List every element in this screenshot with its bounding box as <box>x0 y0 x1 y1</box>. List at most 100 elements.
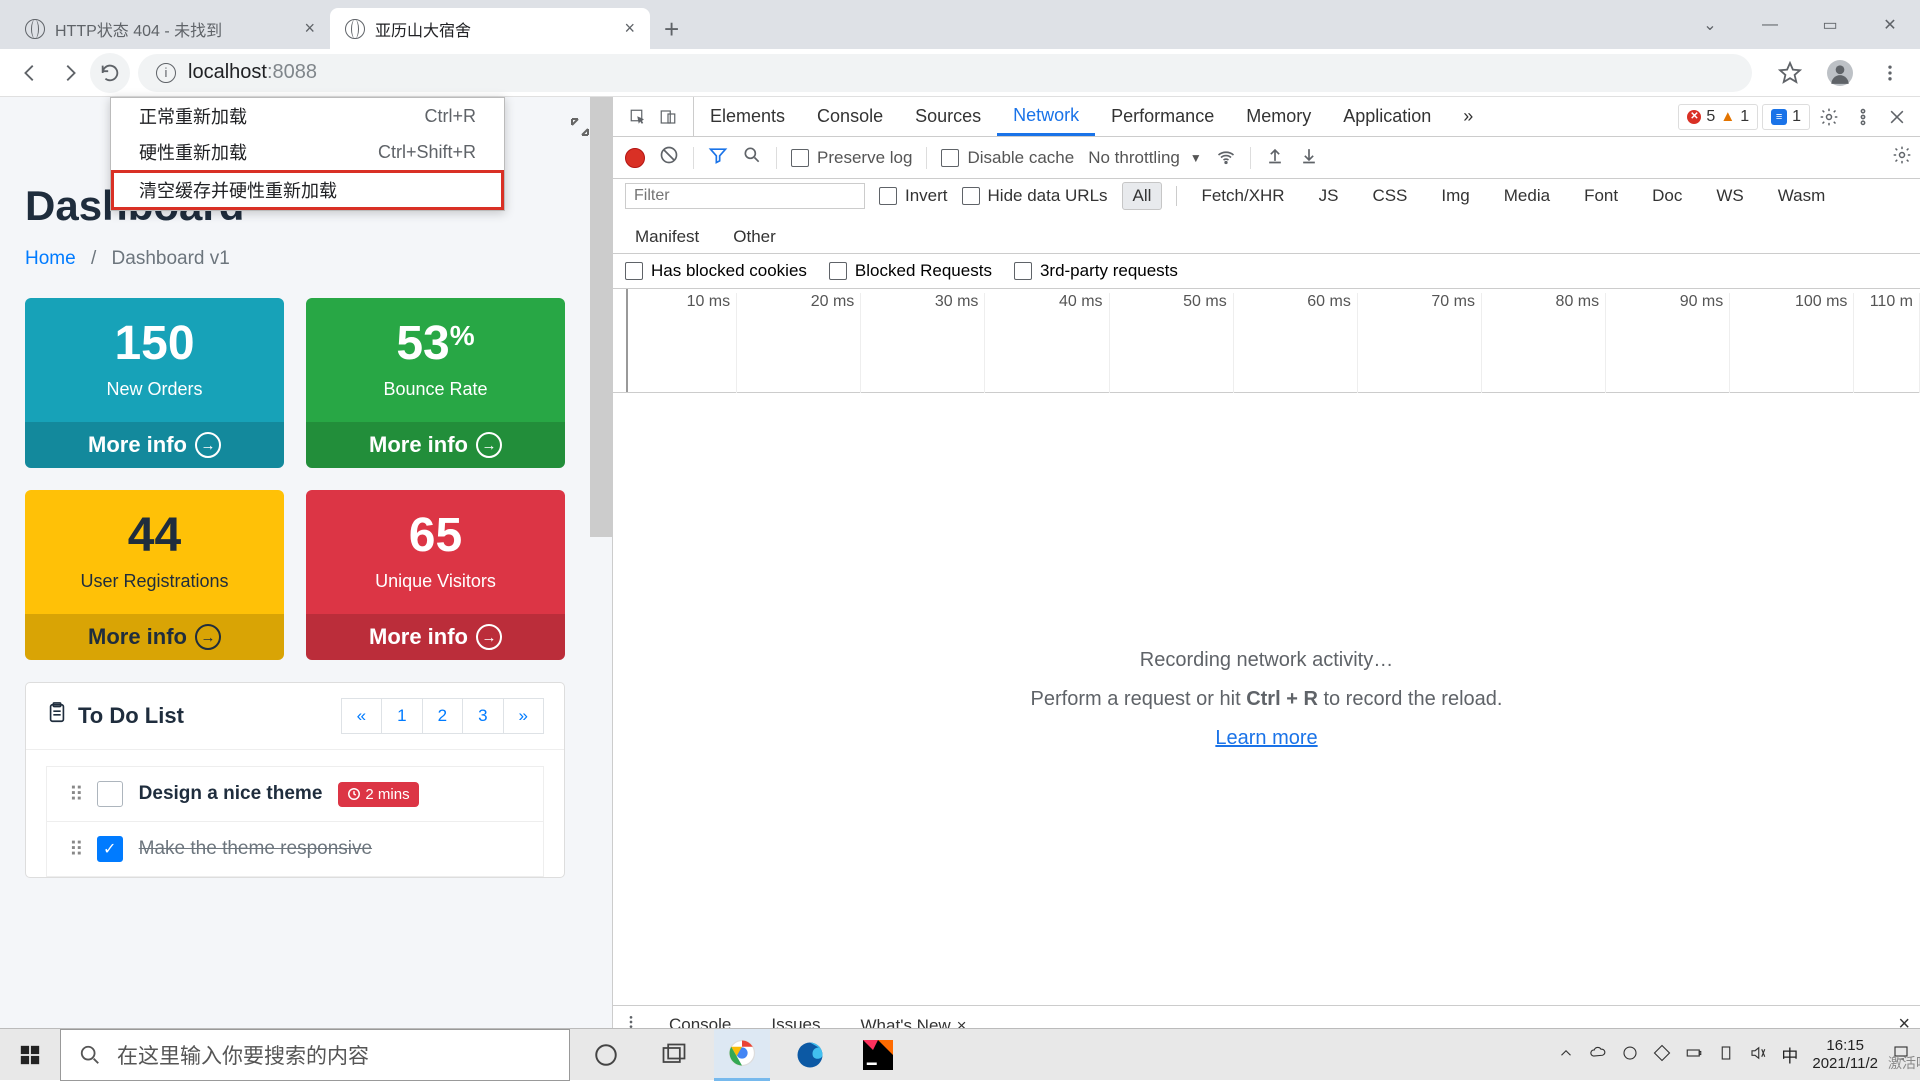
import-har-icon[interactable] <box>1265 145 1285 170</box>
disable-cache-checkbox[interactable]: Disable cache <box>941 148 1074 168</box>
grip-icon[interactable]: ⠿ <box>69 837 81 862</box>
filter-chip-other[interactable]: Other <box>723 224 786 250</box>
filter-chip-css[interactable]: CSS <box>1362 183 1417 209</box>
profile-avatar-icon[interactable] <box>1820 53 1860 93</box>
tray-app-icon[interactable] <box>1621 1044 1639 1066</box>
minimize-button[interactable]: — <box>1740 0 1800 49</box>
more-info-link[interactable]: More info→ <box>25 422 284 468</box>
learn-more-link[interactable]: Learn more <box>1215 727 1317 750</box>
close-icon[interactable]: × <box>304 18 315 39</box>
task-view-icon[interactable] <box>646 1029 702 1081</box>
menu-item-hard-reload[interactable]: 硬性重新加载 Ctrl+Shift+R <box>111 134 504 170</box>
reload-button[interactable] <box>90 53 130 93</box>
taskbar-app-chrome[interactable] <box>714 1029 770 1081</box>
tab-network[interactable]: Network <box>997 97 1095 136</box>
record-button[interactable] <box>625 148 645 168</box>
device-toggle-icon[interactable] <box>653 102 683 132</box>
bookmark-star-icon[interactable] <box>1770 53 1810 93</box>
tray-battery-icon[interactable] <box>1685 1044 1703 1066</box>
export-har-icon[interactable] <box>1299 145 1319 170</box>
search-icon[interactable] <box>742 145 762 170</box>
filter-chip-js[interactable]: JS <box>1309 183 1349 209</box>
browser-tab-0[interactable]: HTTP状态 404 - 未找到 × <box>10 8 330 49</box>
menu-item-normal-reload[interactable]: 正常重新加载 Ctrl+R <box>111 98 504 134</box>
close-window-button[interactable]: ✕ <box>1860 0 1920 49</box>
close-icon[interactable] <box>1882 102 1912 132</box>
maximize-button[interactable]: ▭ <box>1800 0 1860 49</box>
back-button[interactable] <box>10 53 50 93</box>
tray-onedrive-icon[interactable] <box>1589 1044 1607 1066</box>
menu-item-clear-cache-hard-reload[interactable]: 清空缓存并硬性重新加载 <box>111 170 504 210</box>
tab-elements[interactable]: Elements <box>694 97 801 136</box>
forward-button[interactable] <box>50 53 90 93</box>
tray-ime-indicator[interactable]: 中 <box>1781 1042 1798 1067</box>
filter-chip-font[interactable]: Font <box>1574 183 1628 209</box>
invert-checkbox[interactable]: Invert <box>879 186 948 206</box>
filter-input[interactable] <box>625 183 865 209</box>
issues-badge[interactable]: ≡1 <box>1762 104 1810 130</box>
preserve-log-checkbox[interactable]: Preserve log <box>791 148 912 168</box>
grip-icon[interactable]: ⠿ <box>69 782 81 807</box>
breadcrumb-home[interactable]: Home <box>25 248 76 269</box>
filter-chip-all[interactable]: All <box>1122 182 1163 210</box>
cortana-icon[interactable] <box>578 1029 634 1081</box>
page-prev[interactable]: « <box>341 698 382 734</box>
filter-chip-doc[interactable]: Doc <box>1642 183 1692 209</box>
scrollbar[interactable] <box>590 97 612 537</box>
checkbox[interactable]: ✓ <box>97 836 123 862</box>
more-info-link[interactable]: More info→ <box>25 614 284 660</box>
page-next[interactable]: » <box>503 698 544 734</box>
page-2[interactable]: 2 <box>422 698 463 734</box>
inspect-element-icon[interactable] <box>623 102 653 132</box>
browser-tab-1[interactable]: 亚历山大宿舍 × <box>330 8 650 49</box>
filter-chip-ws[interactable]: WS <box>1706 183 1753 209</box>
tray-volume-icon[interactable] <box>1749 1044 1767 1066</box>
hide-data-urls-checkbox[interactable]: Hide data URLs <box>962 186 1108 206</box>
filter-chip-manifest[interactable]: Manifest <box>625 224 709 250</box>
close-icon[interactable]: × <box>624 18 635 39</box>
blocked-cookies-checkbox[interactable]: Has blocked cookies <box>625 261 807 281</box>
error-warning-badge[interactable]: ✕5▲1 <box>1678 104 1758 130</box>
third-party-checkbox[interactable]: 3rd-party requests <box>1014 261 1178 281</box>
tab-sources[interactable]: Sources <box>899 97 997 136</box>
kebab-menu-icon[interactable] <box>1848 102 1878 132</box>
throttling-select[interactable]: No throttling▼ <box>1088 148 1202 168</box>
network-conditions-icon[interactable] <box>1216 145 1236 170</box>
filter-icon[interactable] <box>708 145 728 170</box>
tab-dropdown-icon[interactable]: ⌄ <box>1680 0 1740 49</box>
tabs-more-icon[interactable]: » <box>1447 97 1489 136</box>
taskbar-search[interactable]: 在这里输入你要搜索的内容 <box>60 1029 570 1081</box>
kebab-menu-icon[interactable] <box>1870 53 1910 93</box>
tab-console[interactable]: Console <box>801 97 899 136</box>
new-tab-button[interactable]: + <box>650 9 693 49</box>
more-info-link[interactable]: More info→ <box>306 614 565 660</box>
fullscreen-icon[interactable] <box>568 115 592 145</box>
page-1[interactable]: 1 <box>381 698 422 734</box>
taskbar-app-edge[interactable] <box>782 1029 838 1081</box>
gear-icon[interactable] <box>1814 102 1844 132</box>
filter-chip-media[interactable]: Media <box>1494 183 1560 209</box>
url-input[interactable]: i localhost:8088 <box>138 54 1752 92</box>
more-info-link[interactable]: More info→ <box>306 422 565 468</box>
tray-clock[interactable]: 16:15 2021/11/2激活哈尔灿 <box>1812 1037 1878 1073</box>
tray-chevron-up-icon[interactable] <box>1557 1044 1575 1066</box>
tab-performance[interactable]: Performance <box>1095 97 1230 136</box>
checkbox[interactable] <box>97 781 123 807</box>
filter-chip-img[interactable]: Img <box>1431 183 1479 209</box>
stat-label: User Registrations <box>47 571 262 592</box>
clear-icon[interactable] <box>659 145 679 170</box>
filter-chip-wasm[interactable]: Wasm <box>1768 183 1836 209</box>
filter-chip-fetch-xhr[interactable]: Fetch/XHR <box>1191 183 1294 209</box>
start-button[interactable] <box>0 1029 60 1081</box>
network-empty-state: Recording network activity… Perform a re… <box>613 393 1920 1005</box>
page-3[interactable]: 3 <box>462 698 503 734</box>
tab-application[interactable]: Application <box>1327 97 1447 136</box>
tray-network-icon[interactable] <box>1717 1044 1735 1066</box>
network-timeline[interactable]: 10 ms 20 ms 30 ms 40 ms 50 ms 60 ms 70 m… <box>613 289 1920 393</box>
info-icon[interactable]: i <box>156 63 176 83</box>
tab-memory[interactable]: Memory <box>1230 97 1327 136</box>
blocked-requests-checkbox[interactable]: Blocked Requests <box>829 261 992 281</box>
gear-icon[interactable] <box>1892 145 1912 170</box>
taskbar-app-intellij[interactable] <box>850 1029 906 1081</box>
tray-app-icon[interactable] <box>1653 1044 1671 1066</box>
